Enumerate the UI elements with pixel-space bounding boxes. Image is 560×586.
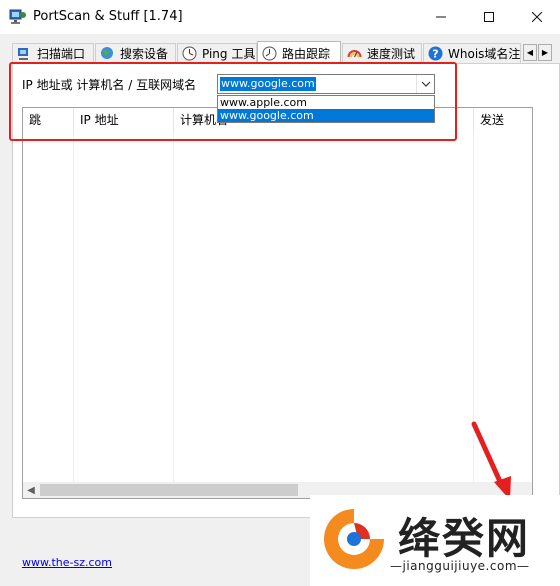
tab-speed-test[interactable]: 速度测试 <box>342 43 422 63</box>
svg-text:?: ? <box>432 48 438 61</box>
column-divider <box>173 132 174 482</box>
close-button[interactable] <box>514 0 560 34</box>
tab-trace-route[interactable]: 路由跟踪 <box>257 41 341 64</box>
column-header-sent[interactable]: 发送 <box>474 108 532 132</box>
watermark: 绛癸网 —jiangguijiuye.com— <box>310 495 560 586</box>
tab-label: 路由跟踪 <box>282 46 331 61</box>
chevron-left-icon: ◀ <box>526 48 534 57</box>
tab-scan-ports[interactable]: 扫描端口 <box>12 43 94 63</box>
chevron-left-icon: ◀ <box>27 484 35 496</box>
annotation-arrow <box>471 421 511 500</box>
minimize-icon <box>436 16 446 18</box>
dropdown-option-google[interactable]: www.google.com <box>218 109 434 122</box>
watermark-domain: —jiangguijiuye.com— <box>390 559 530 573</box>
host-combobox-value[interactable]: www.google.com <box>220 77 316 91</box>
dropdown-option-apple[interactable]: www.apple.com <box>218 96 434 109</box>
title-bar: PortScan & Stuff [1.74] <box>0 0 560 34</box>
tab-ping[interactable]: Ping 工具 <box>177 43 257 63</box>
window-title: PortScan & Stuff [1.74] <box>33 9 183 24</box>
speedometer-icon <box>347 50 362 58</box>
tab-search-devices[interactable]: 搜索设备 <box>95 43 176 63</box>
tab-label: Whois域名注 <box>448 47 521 61</box>
app-icon <box>9 9 26 24</box>
scrollbar-thumb[interactable] <box>40 484 298 496</box>
minimize-button[interactable] <box>418 0 464 34</box>
maximize-button[interactable] <box>466 0 512 34</box>
column-header-ip[interactable]: IP 地址 <box>74 108 174 132</box>
chevron-right-icon: ▶ <box>541 48 549 57</box>
tab-label: 速度测试 <box>367 47 416 61</box>
tab-label: Ping 工具 <box>202 47 256 61</box>
trace-route-icon <box>262 46 277 60</box>
chevron-down-icon <box>421 81 430 87</box>
clock-icon <box>182 46 197 61</box>
tab-label: 搜索设备 <box>120 47 169 61</box>
host-combobox[interactable]: www.google.com <box>217 74 435 94</box>
scroll-left-arrow[interactable]: ◀ <box>23 482 39 498</box>
dropdown-button[interactable] <box>416 75 434 93</box>
scan-ports-icon <box>18 48 28 60</box>
website-link[interactable]: www.the-sz.com <box>22 556 112 569</box>
watermark-logo <box>324 509 384 569</box>
ip-address-label: IP 地址或 计算机名 / 互联网域名 <box>22 78 197 92</box>
tab-whois[interactable]: ? Whois域名注 <box>423 43 521 63</box>
help-icon: ? <box>428 46 443 61</box>
column-header-hop[interactable]: 跳 <box>23 108 74 132</box>
tab-strip: 扫描端口 搜索设备 Ping 工具 路由跟踪 速度测试 ? Whois域名注 <box>12 41 560 64</box>
globe-search-icon <box>101 47 113 59</box>
tab-label: 扫描端口 <box>37 47 86 61</box>
tab-scroll-right-button[interactable]: ▶ <box>538 44 552 61</box>
tab-scroll-left-button[interactable]: ◀ <box>523 44 537 61</box>
watermark-brand: 绛癸网 <box>398 514 531 563</box>
host-dropdown-list: www.apple.com www.google.com <box>217 95 435 123</box>
results-table: 跳 IP 地址 计算机名 发送 ◀ <box>22 107 533 499</box>
close-icon <box>532 12 542 22</box>
maximize-icon <box>484 12 494 22</box>
column-divider <box>73 132 74 482</box>
